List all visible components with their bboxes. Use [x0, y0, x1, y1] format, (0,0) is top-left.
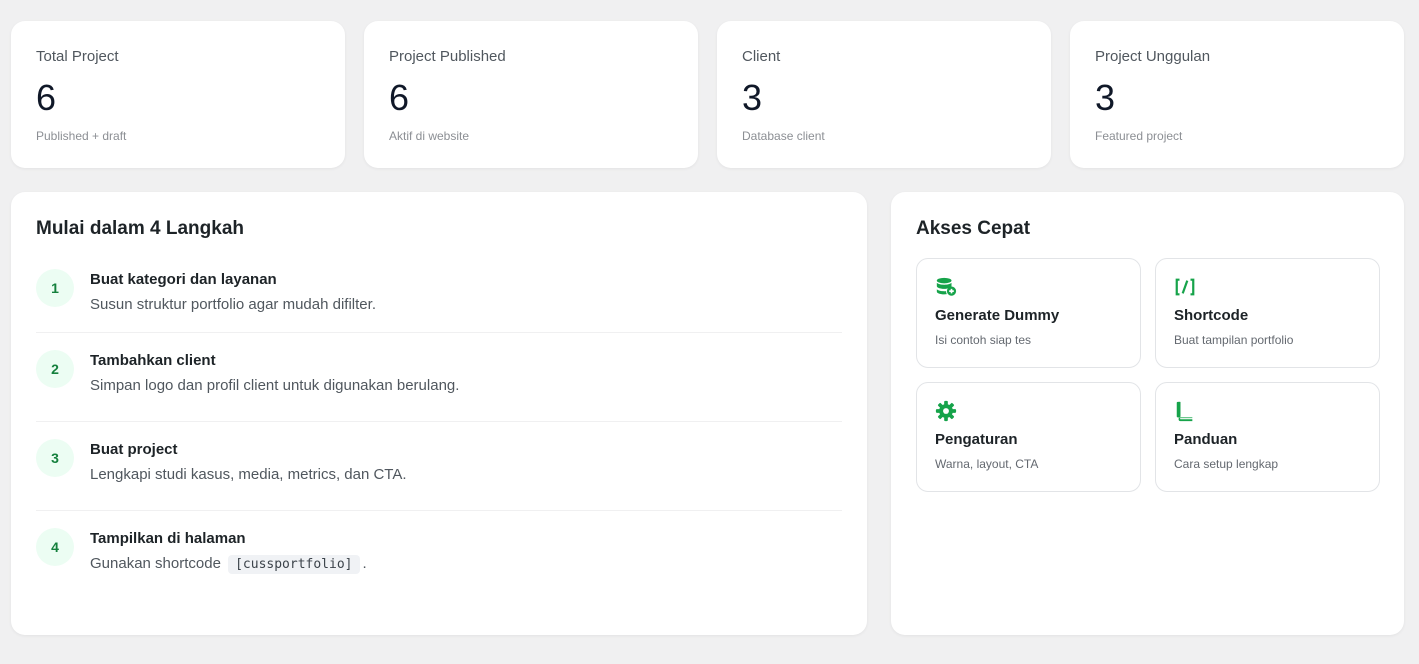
gear-icon [935, 400, 957, 422]
quick-card-generate-dummy[interactable]: Generate Dummy Isi contoh siap tes [916, 258, 1141, 368]
step-body: Tampilkan di halaman Gunakan shortcode [… [90, 528, 367, 575]
stat-card-client: Client 3 Database client [717, 21, 1051, 168]
stat-card-total-project: Total Project 6 Published + draft [11, 21, 345, 168]
stat-hint: Database client [742, 129, 825, 143]
stat-hint: Featured project [1095, 129, 1183, 143]
step-description-suffix: . [362, 555, 367, 572]
step-list: 1 Buat kategori dan layanan Susun strukt… [36, 252, 842, 600]
step-title: Tampilkan di halaman [90, 530, 246, 547]
shortcode-icon [1175, 278, 1195, 296]
step-description: Lengkapi studi kasus, media, metrics, da… [90, 466, 407, 483]
quick-card-pengaturan[interactable]: Pengaturan Warna, layout, CTA [916, 382, 1141, 492]
step-title: Tambahkan client [90, 352, 216, 369]
quick-card-panduan[interactable]: Panduan Cara setup lengkap [1155, 382, 1380, 492]
step-description-prefix: Gunakan shortcode [90, 555, 221, 572]
stat-card-project-unggulan: Project Unggulan 3 Featured project [1070, 21, 1404, 168]
quick-card-description: Buat tampilan portfolio [1174, 333, 1294, 347]
stat-label: Total Project [36, 48, 119, 65]
quick-card-title: Generate Dummy [935, 307, 1060, 324]
step-title: Buat project [90, 441, 178, 458]
book-icon [1176, 401, 1193, 422]
panel-title: Mulai dalam 4 Langkah [36, 218, 244, 239]
database-plus-icon [936, 277, 957, 296]
panel-title: Akses Cepat [916, 218, 1031, 239]
stat-label: Project Unggulan [1095, 48, 1211, 65]
stats-row: Total Project 6 Published + draft Projec… [11, 21, 1404, 168]
step-body: Buat project Lengkapi studi kasus, media… [90, 439, 407, 485]
quick-card-title: Panduan [1174, 431, 1238, 448]
quick-access-panel: Akses Cepat Generate Dummy Isi contoh si… [891, 192, 1404, 635]
shortcode-snippet: [cussportfolio] [228, 555, 360, 574]
quick-access-grid: Generate Dummy Isi contoh siap tes Short… [916, 258, 1380, 492]
step-title: Buat kategori dan layanan [90, 271, 277, 288]
step-description: Gunakan shortcode [cussportfolio]. [90, 554, 367, 575]
step-item: 4 Tampilkan di halaman Gunakan shortcode… [36, 511, 842, 600]
step-item: 2 Tambahkan client Simpan logo dan profi… [36, 333, 842, 422]
stat-value: 3 [742, 77, 763, 118]
quick-card-title: Pengaturan [935, 431, 1018, 448]
step-number-badge: 2 [36, 350, 74, 388]
step-item: 3 Buat project Lengkapi studi kasus, med… [36, 422, 842, 511]
getting-started-panel: Mulai dalam 4 Langkah 1 Buat kategori da… [11, 192, 867, 635]
stat-hint: Published + draft [36, 129, 127, 143]
stat-hint: Aktif di website [389, 129, 470, 143]
step-body: Tambahkan client Simpan logo dan profil … [90, 350, 459, 396]
step-number-badge: 1 [36, 269, 74, 307]
stat-label: Project Published [389, 48, 506, 65]
step-item: 1 Buat kategori dan layanan Susun strukt… [36, 252, 842, 333]
step-body: Buat kategori dan layanan Susun struktur… [90, 269, 376, 315]
stat-value: 3 [1095, 77, 1116, 118]
step-description: Susun struktur portfolio agar mudah difi… [90, 296, 376, 313]
stat-card-project-published: Project Published 6 Aktif di website [364, 21, 698, 168]
quick-card-description: Warna, layout, CTA [935, 457, 1039, 471]
stat-label: Client [742, 48, 781, 65]
quick-card-title: Shortcode [1174, 307, 1249, 324]
stat-value: 6 [389, 77, 410, 118]
quick-card-description: Cara setup lengkap [1174, 457, 1279, 471]
step-number-badge: 3 [36, 439, 74, 477]
quick-card-shortcode[interactable]: Shortcode Buat tampilan portfolio [1155, 258, 1380, 368]
quick-card-description: Isi contoh siap tes [935, 333, 1032, 347]
step-number-badge: 4 [36, 528, 74, 566]
step-description: Simpan logo dan profil client untuk digu… [90, 377, 460, 394]
stat-value: 6 [36, 77, 57, 118]
